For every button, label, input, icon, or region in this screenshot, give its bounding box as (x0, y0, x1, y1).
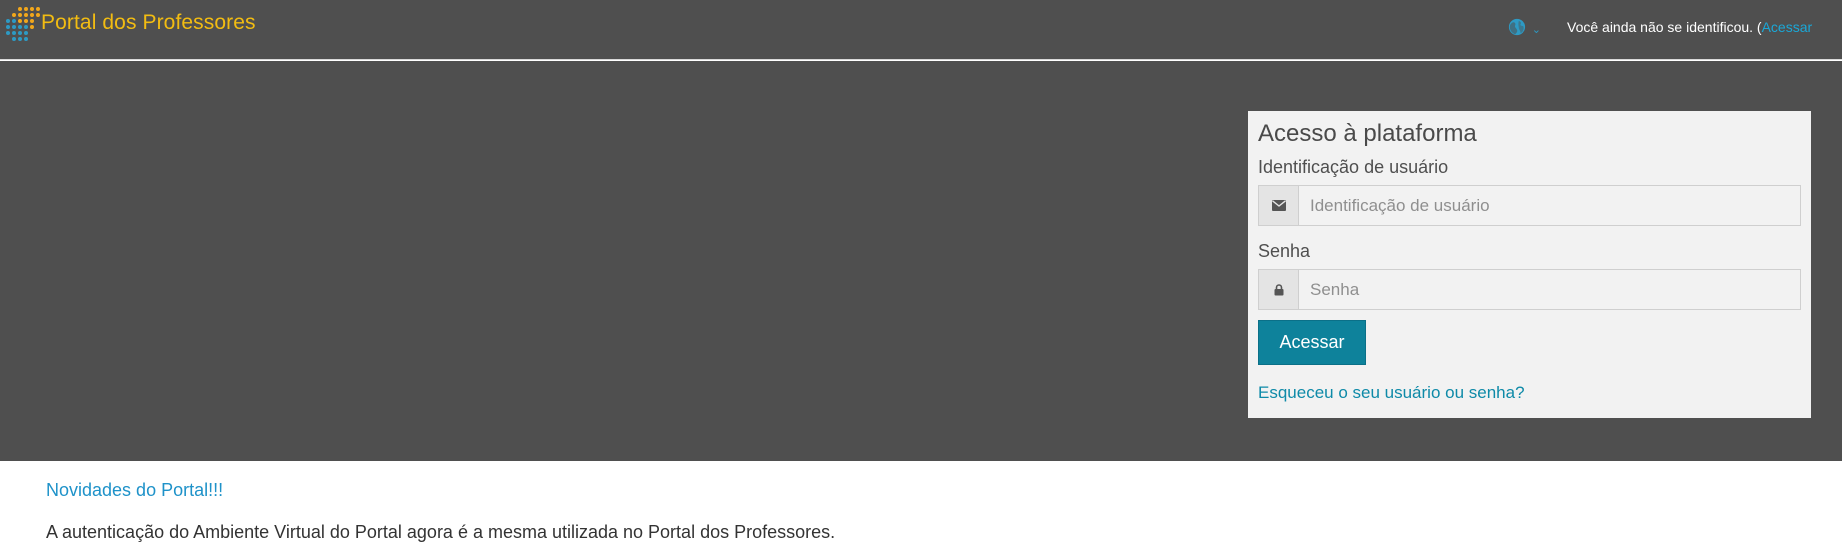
news-title-link[interactable]: Novidades do Portal!!! (46, 480, 223, 501)
logo-dot (30, 13, 34, 17)
logo-dot (6, 13, 10, 17)
logo-dot (6, 7, 10, 11)
logo-dot (18, 13, 22, 17)
login-status-text: Você ainda não se identificou. ( (1567, 19, 1762, 35)
logo-dot (24, 7, 28, 11)
logo-dot (36, 13, 40, 17)
forgot-password-link[interactable]: Esqueceu o seu usuário ou senha? (1258, 383, 1801, 403)
logo-dot (12, 37, 16, 41)
logo-dot (12, 31, 16, 35)
login-panel: Acesso à plataforma Identificação de usu… (1248, 111, 1811, 418)
logo-dot (6, 31, 10, 35)
logo-dot (30, 37, 34, 41)
language-menu[interactable]: ⌄ (1508, 18, 1541, 36)
logo-dot (18, 7, 22, 11)
logo-dot (6, 19, 10, 23)
login-link[interactable]: Acessar (1762, 19, 1813, 35)
username-label: Identificação de usuário (1258, 157, 1449, 177)
username-group (1258, 185, 1801, 226)
logo-dot (24, 25, 28, 29)
news-text: A autenticação do Ambiente Virtual do Po… (46, 522, 836, 542)
submit-button[interactable]: Acessar (1258, 320, 1366, 365)
logo-dot (24, 37, 28, 41)
logo-dot (6, 37, 10, 41)
logo-dot (6, 25, 10, 29)
logo-dot (12, 7, 16, 11)
logo-dot (18, 31, 22, 35)
logo-dot (36, 31, 40, 35)
logo-dot (12, 25, 16, 29)
logo-dot (30, 31, 34, 35)
lock-icon (1259, 270, 1299, 309)
logo-dot (36, 19, 40, 23)
user-menu-area: ⌄ Você ainda não se identificou. (Acessa… (1508, 14, 1842, 40)
password-label: Senha (1258, 241, 1311, 261)
brand-link[interactable]: Portal dos Professores (6, 6, 256, 41)
globe-icon (1508, 18, 1525, 36)
logo-dot (12, 19, 16, 23)
logo-dot (36, 7, 40, 11)
logo-dot (30, 19, 34, 23)
username-input[interactable] (1299, 186, 1800, 225)
logo-dot (18, 19, 22, 23)
logo-dot (36, 25, 40, 29)
chevron-down-icon: ⌄ (1531, 23, 1541, 36)
logo-dot (18, 37, 22, 41)
brand-name: Portal dos Professores (41, 11, 256, 34)
logo-dot (30, 25, 34, 29)
logo-dot (24, 31, 28, 35)
logo-dot (24, 19, 28, 23)
logo-dot (24, 13, 28, 17)
logo-dot (18, 25, 22, 29)
logo-dot (12, 13, 16, 17)
top-navbar: Portal dos Professores ⌄ Você ainda não … (0, 0, 1842, 60)
envelope-icon (1259, 186, 1299, 225)
password-input[interactable] (1299, 270, 1800, 309)
password-group (1258, 269, 1801, 310)
logo-dot (36, 37, 40, 41)
login-status: Você ainda não se identificou. (Acessar (1567, 19, 1842, 35)
logo-dot (30, 7, 34, 11)
portal-logo-icon (6, 6, 42, 41)
login-title: Acesso à plataforma (1258, 120, 1477, 147)
